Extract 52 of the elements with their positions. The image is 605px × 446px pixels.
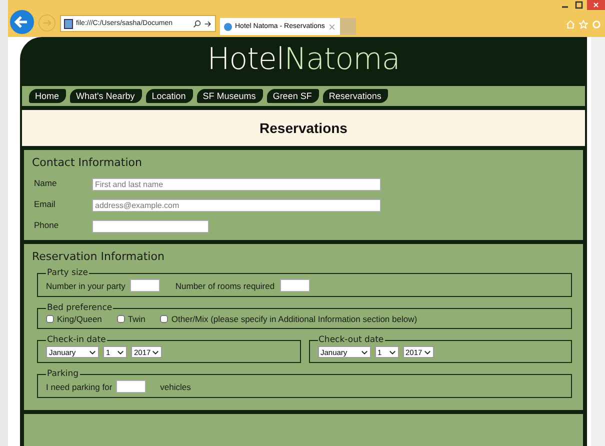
checkbox[interactable] <box>116 315 125 323</box>
nav-tab[interactable]: Reservations <box>322 89 388 103</box>
input-field[interactable] <box>130 279 160 292</box>
nav-tab[interactable]: Home <box>29 89 66 103</box>
input-field[interactable] <box>92 220 209 233</box>
arrow-icon[interactable] <box>204 20 212 28</box>
chevron-icon <box>424 350 430 354</box>
section-heading: Reservation Information <box>32 250 166 263</box>
maximize-button[interactable] <box>573 0 585 10</box>
new-tab-button[interactable] <box>340 18 356 35</box>
input-field[interactable]: address@example.com <box>92 199 381 212</box>
input-field[interactable] <box>116 380 146 393</box>
scrollbar[interactable] <box>591 37 605 446</box>
chevron-icon <box>117 350 124 354</box>
fieldset-legend: Check-in date <box>46 335 107 345</box>
field-label: I need parking for <box>46 382 112 392</box>
site-title: HotelNatoma <box>207 42 400 77</box>
checkbox-label: Twin <box>128 314 146 324</box>
nav-tab[interactable]: Green SF <box>266 89 319 103</box>
input-field[interactable]: First and last name <box>92 178 381 191</box>
close-button[interactable] <box>587 0 605 10</box>
star-icon[interactable] <box>579 20 588 29</box>
home-icon[interactable] <box>566 20 575 29</box>
nav-tab[interactable]: SF Museums <box>196 89 263 103</box>
field-label: vehicles <box>160 382 191 392</box>
checkbox[interactable] <box>160 315 168 323</box>
checkbox[interactable] <box>46 315 54 323</box>
chevron-icon <box>360 350 368 354</box>
page-heading: Reservations <box>260 120 348 136</box>
chevron-icon <box>152 350 159 354</box>
fieldset-legend: Bed preference <box>46 303 114 313</box>
search-icon[interactable] <box>193 20 201 28</box>
input-field[interactable] <box>280 279 310 292</box>
back-button[interactable] <box>10 10 34 34</box>
section-heading: Contact Information <box>32 156 143 169</box>
browser-icon <box>224 22 232 30</box>
field-label: Phone <box>34 220 60 230</box>
close-icon[interactable] <box>328 22 336 30</box>
page-icon <box>64 18 73 28</box>
fieldset-legend: Parking <box>46 369 80 379</box>
checkbox-label: King/Queen <box>57 314 102 324</box>
nav-tab[interactable]: Location <box>146 89 193 103</box>
checkbox-label: Other/Mix (please specify in Additional Information section below) <box>171 314 418 324</box>
field-label: Number of rooms required <box>175 280 275 290</box>
field-label: Name <box>34 178 58 188</box>
nav-tab[interactable]: What's Nearby <box>70 89 142 103</box>
field-label: Email <box>34 199 56 209</box>
field-label: Number in your party <box>46 280 126 290</box>
fieldset-legend: Check-out date <box>318 335 385 345</box>
fieldset-legend: Party size <box>46 268 89 278</box>
chevron-icon <box>388 350 396 354</box>
chevron-icon <box>89 350 96 354</box>
